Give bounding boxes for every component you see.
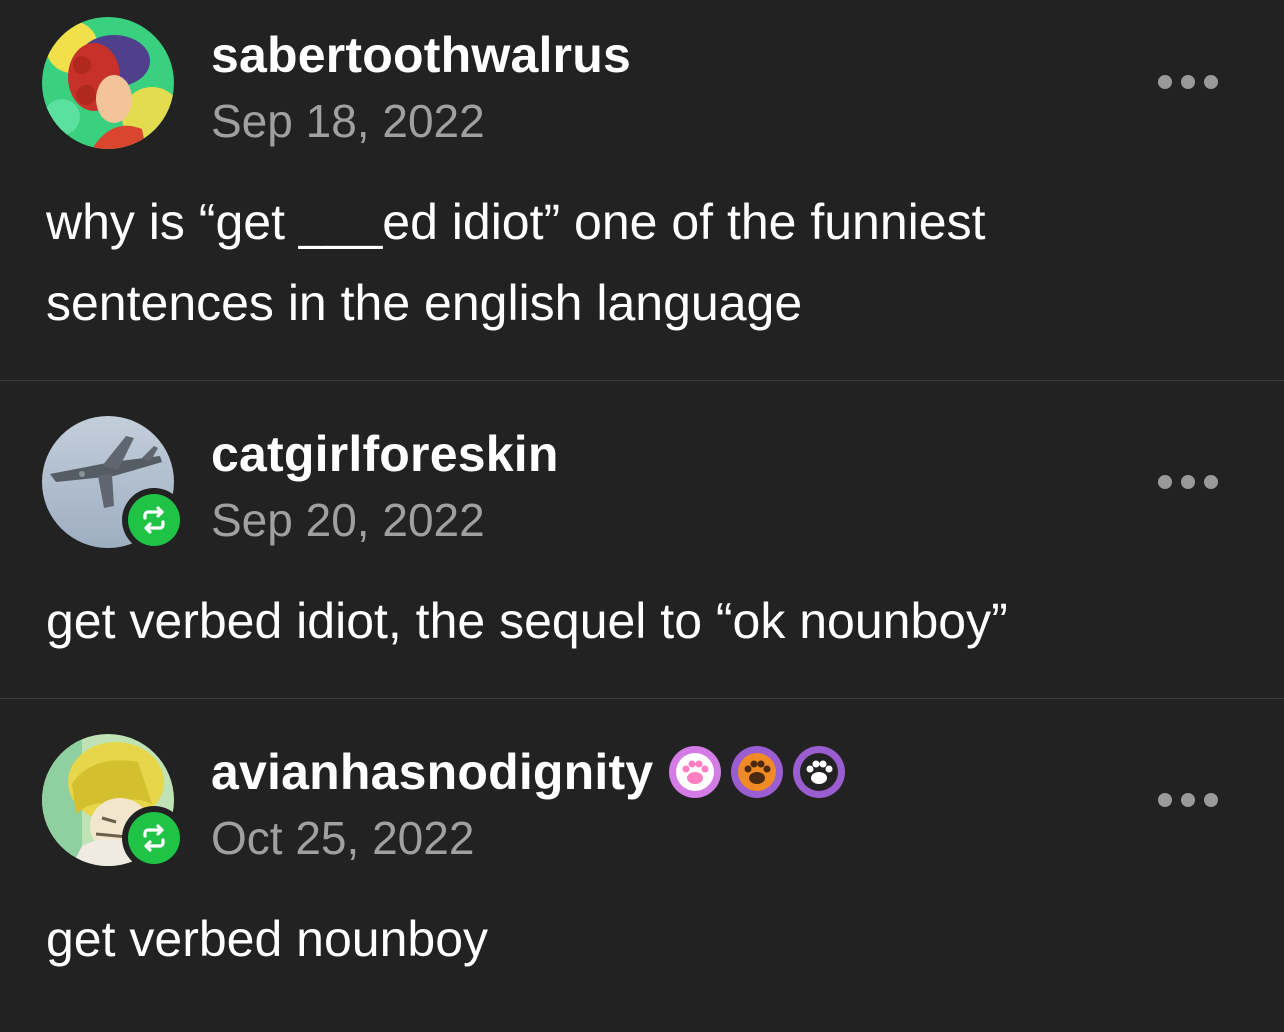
more-dot <box>1204 793 1218 807</box>
paw-badge-icon[interactable] <box>793 746 846 798</box>
username-text[interactable]: avianhasnodignity <box>211 743 653 801</box>
username-text[interactable]: sabertoothwalrus <box>211 26 631 84</box>
reblog-icon <box>128 494 180 546</box>
post-date: Sep 20, 2022 <box>211 494 485 546</box>
post-date: Oct 25, 2022 <box>211 812 475 864</box>
more-dot <box>1204 475 1218 489</box>
more-dot <box>1158 793 1172 807</box>
avatar[interactable] <box>42 416 186 552</box>
post-date: Sep 18, 2022 <box>211 95 485 147</box>
post-body-line: get verbed idiot, the sequel to “ok noun… <box>46 593 1008 649</box>
post: catgirlforeskin Sep 20, 2022 get verbed … <box>0 381 1284 698</box>
more-dot <box>1204 75 1218 89</box>
reblog-badge <box>122 806 186 870</box>
paw-badge-icon[interactable] <box>669 746 722 798</box>
username[interactable]: catgirlforeskin <box>211 425 559 483</box>
username[interactable]: avianhasnodignity <box>211 743 846 801</box>
more-options-icon[interactable] <box>1158 790 1218 810</box>
avatar[interactable] <box>42 734 186 870</box>
post: sabertoothwalrus Sep 18, 2022 why is “ge… <box>0 0 1284 380</box>
post-body-line: why is “get ___ed idiot” one of the funn… <box>46 194 986 250</box>
post-body: why is “get ___ed idiot” one of the funn… <box>46 182 1246 344</box>
more-dot <box>1181 793 1195 807</box>
reblog-badge <box>122 488 186 552</box>
more-dot <box>1158 75 1172 89</box>
paw-badge-icon[interactable] <box>731 746 784 798</box>
avatar[interactable] <box>42 17 174 149</box>
post-body-line: sentences in the english language <box>46 275 803 331</box>
post: avianhasnodignity Oct 25, 2022 get verbe… <box>0 699 1284 1032</box>
reblog-icon <box>128 812 180 864</box>
more-options-icon[interactable] <box>1158 72 1218 92</box>
more-options-icon[interactable] <box>1158 472 1218 492</box>
post-body: get verbed idiot, the sequel to “ok noun… <box>46 581 1246 662</box>
post-body-line: get verbed nounboy <box>46 911 489 967</box>
username[interactable]: sabertoothwalrus <box>211 26 631 84</box>
more-dot <box>1181 475 1195 489</box>
username-text[interactable]: catgirlforeskin <box>211 425 559 483</box>
more-dot <box>1158 475 1172 489</box>
user-badges[interactable] <box>669 746 846 798</box>
avatar-image <box>42 17 174 149</box>
more-dot <box>1181 75 1195 89</box>
post-body: get verbed nounboy <box>46 899 1246 980</box>
